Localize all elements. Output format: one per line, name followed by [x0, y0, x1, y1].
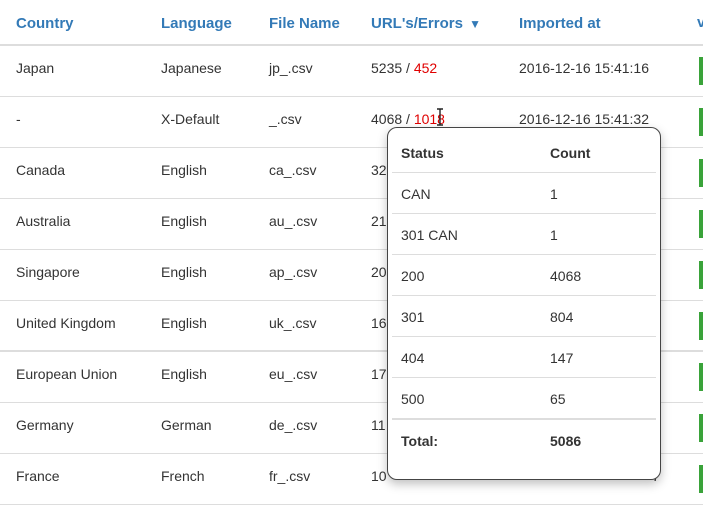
cell-file-name[interactable]: au_.csv [269, 213, 317, 229]
popover-row: 500 65 [392, 377, 656, 418]
table-row[interactable]: Japan Japanese jp_.csv 5235 / 452 2016-12-16… [0, 46, 703, 97]
status-indicator[interactable] [699, 159, 703, 187]
status-indicator[interactable] [699, 414, 703, 442]
status-indicator[interactable] [699, 363, 703, 391]
status-indicator[interactable] [699, 210, 703, 238]
popover-cell-status: 500 [401, 391, 425, 407]
cell-file-name[interactable]: de_.csv [269, 417, 317, 433]
column-header-urls-errors[interactable]: URL's/Errors ▼ [371, 15, 481, 32]
cell-urls-errors: 11 [371, 417, 386, 433]
cell-errors-link[interactable]: 452 [414, 60, 437, 76]
popover-cell-status: 404 [401, 350, 425, 366]
popover-total-count: 5086 [550, 433, 582, 449]
cell-language: X-Default [161, 111, 220, 127]
cell-urls-errors: 4068 / 1018 [371, 111, 445, 127]
cell-urls: 20 [371, 264, 387, 280]
cell-urls-errors: 21 [371, 213, 387, 229]
popover-row: 301 804 [392, 295, 656, 336]
cell-imported-at: 2016-12-16 15:41:16 [519, 60, 649, 76]
popover-cell-count: 4068 [550, 268, 582, 284]
cell-country: Canada [16, 162, 66, 178]
cell-urls: 32 [371, 162, 387, 178]
cell-country: - [16, 111, 21, 127]
status-indicator[interactable] [699, 261, 703, 289]
cell-country: Germany [16, 417, 74, 433]
cell-language: English [161, 315, 207, 331]
status-indicator[interactable] [699, 465, 703, 493]
column-header-file-name[interactable]: File Name [269, 15, 340, 32]
text-cursor-icon [437, 108, 443, 126]
cell-language: German [161, 417, 212, 433]
popover-cell-status: 301 CAN [401, 227, 458, 243]
status-indicator[interactable] [699, 108, 703, 136]
cell-sep: / [402, 60, 414, 76]
cell-urls-errors: 16 [371, 315, 387, 331]
cell-urls-errors: 32 [371, 162, 387, 178]
popover-header-count: Count [550, 145, 591, 161]
popover-cell-count: 147 [550, 350, 574, 366]
cell-language: English [161, 264, 207, 280]
cell-urls: 11 [371, 417, 386, 433]
cell-urls: 5235 [371, 60, 403, 76]
cell-urls: 16 [371, 315, 387, 331]
column-header-urls-errors-label: URL's/Errors [371, 15, 463, 32]
popover-total-row: Total: 5086 [392, 418, 656, 460]
table-header: Country Language File Name URL's/Errors … [0, 0, 703, 46]
cell-file-name[interactable]: jp_.csv [269, 60, 313, 76]
column-header-extra[interactable]: v [697, 14, 703, 31]
popover-cell-count: 1 [550, 186, 558, 202]
cell-file-name[interactable]: eu_.csv [269, 366, 317, 382]
cell-file-name[interactable]: uk_.csv [269, 315, 316, 331]
cell-file-name[interactable]: ap_.csv [269, 264, 317, 280]
popover-row: 404 147 [392, 336, 656, 377]
cell-urls: 21 [371, 213, 387, 229]
column-header-imported-at[interactable]: Imported at [519, 15, 601, 32]
column-header-language[interactable]: Language [161, 15, 232, 32]
cell-urls-errors: 20 [371, 264, 387, 280]
popover-row: CAN 1 [392, 172, 656, 213]
popover-cell-count: 804 [550, 309, 574, 325]
popover-cell-status: 200 [401, 268, 425, 284]
popover-header-status: Status [401, 145, 444, 161]
cell-sep: / [402, 111, 414, 127]
cell-country: European Union [16, 366, 118, 382]
popover-total-label: Total: [401, 433, 439, 449]
cell-country: Australia [16, 213, 71, 229]
popover-cell-status: CAN [401, 186, 431, 202]
column-header-country[interactable]: Country [16, 15, 74, 32]
cell-urls: 4068 [371, 111, 403, 127]
errors-popover: Status Count CAN 1 301 CAN 1 200 4068 301 804 40… [387, 127, 661, 480]
cell-language: English [161, 366, 207, 382]
status-count-table: Status Count CAN 1 301 CAN 1 200 4068 301 804 40… [392, 128, 656, 460]
cell-country: Singapore [16, 264, 80, 280]
cell-language: English [161, 162, 207, 178]
cell-file-name[interactable]: _.csv [269, 111, 302, 127]
status-indicator[interactable] [699, 57, 703, 85]
cell-country: United Kingdom [16, 315, 116, 331]
popover-cell-count: 1 [550, 227, 558, 243]
sort-desc-icon: ▼ [469, 17, 481, 31]
popover-header-row: Status Count [392, 128, 656, 172]
cell-urls-errors: 5235 / 452 [371, 60, 437, 76]
cell-country: Japan [16, 60, 55, 76]
cell-file-name[interactable]: ca_.csv [269, 162, 316, 178]
cell-language: Japanese [161, 60, 222, 76]
cell-urls-errors: 17 [371, 366, 387, 382]
cell-urls: 17 [371, 366, 387, 382]
cell-language: English [161, 213, 207, 229]
popover-row: 200 4068 [392, 254, 656, 295]
popover-row: 301 CAN 1 [392, 213, 656, 254]
popover-cell-count: 65 [550, 391, 566, 407]
cell-imported-at: 2016-12-16 15:41:32 [519, 111, 649, 127]
popover-body: CAN 1 301 CAN 1 200 4068 301 804 404 147 500 65 [392, 172, 656, 418]
popover-cell-status: 301 [401, 309, 425, 325]
status-indicator[interactable] [699, 312, 703, 340]
